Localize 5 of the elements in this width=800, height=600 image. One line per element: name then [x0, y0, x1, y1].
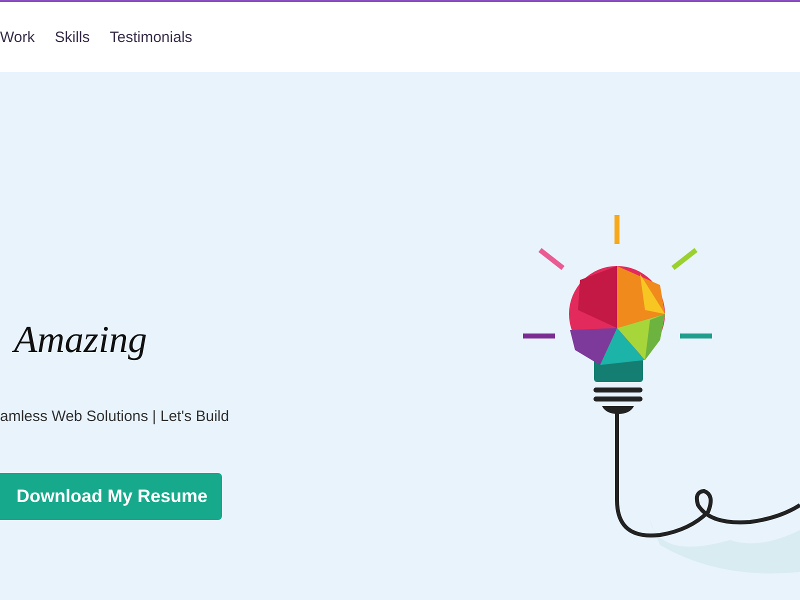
nav-link[interactable]: Work [0, 28, 35, 46]
hero-subtitle: amless Web Solutions | Let's Build [0, 408, 230, 425]
hero-heading: Amazing [14, 318, 147, 363]
nav-link[interactable]: Testimonials [110, 28, 192, 46]
nav-link[interactable]: Skills [54, 28, 90, 46]
